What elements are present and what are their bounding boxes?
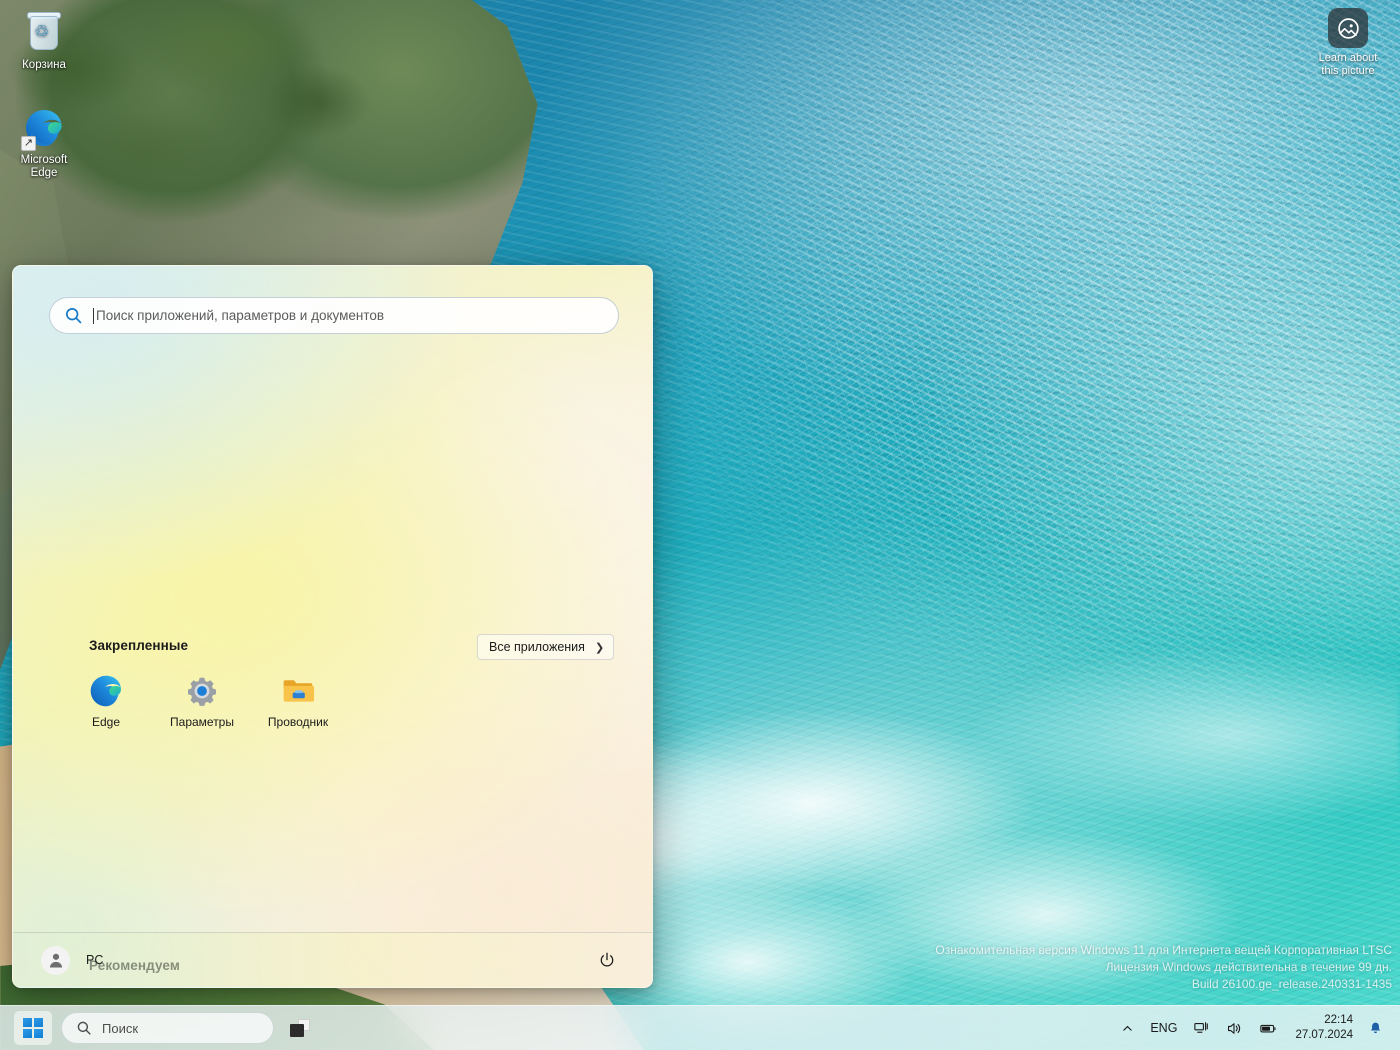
start-search-wrap: Поиск приложений, параметров и документо… (49, 297, 619, 334)
chevron-right-icon: ❯ (594, 641, 605, 654)
language-indicator[interactable]: ENG (1141, 1011, 1186, 1045)
bell-icon (1371, 1022, 1380, 1033)
desktop-icon-recycle-bin[interactable]: ♲ Корзина (2, 10, 86, 72)
search-icon (65, 307, 82, 324)
microsoft-edge-icon (89, 675, 123, 712)
learn-widget-line2: this picture (1321, 65, 1375, 77)
pinned-section-header: Закрепленные (89, 638, 189, 653)
taskbar: Поиск ENG 22:14 27.07.2024 (0, 1005, 1400, 1050)
learn-about-this-picture-widget[interactable]: Learn about this picture (1305, 8, 1391, 78)
settings-gear-icon (185, 677, 219, 712)
recycle-bin-icon: ♲ (21, 10, 67, 56)
start-menu-body: Поиск приложений, параметров и документо… (13, 266, 652, 973)
watermark-line-2: Лицензия Windows действительна в течение… (1105, 960, 1392, 974)
file-explorer-icon (281, 680, 315, 712)
text-cursor (93, 307, 94, 324)
pinned-app-label: Проводник (267, 715, 329, 729)
start-search-placeholder: Поиск приложений, параметров и документо… (96, 308, 385, 323)
notifications-button[interactable] (1361, 1011, 1390, 1045)
task-view-icon (290, 1019, 310, 1037)
start-button[interactable] (14, 1011, 52, 1045)
power-button[interactable] (592, 945, 622, 975)
windows-logo-icon (23, 1018, 43, 1038)
user-name-label: PC (86, 953, 104, 967)
pinned-app-label: Параметры (170, 715, 234, 729)
tray-overflow-button[interactable] (1114, 1011, 1141, 1045)
pinned-app-file-explorer[interactable]: Проводник (265, 674, 331, 731)
network-button[interactable] (1186, 1011, 1217, 1045)
desktop-icon-label-line1: Microsoft (20, 154, 68, 166)
clock-time: 22:14 (1324, 1014, 1353, 1026)
windows-evaluation-watermark: Ознакомительная версия Windows 11 для Ин… (935, 942, 1392, 993)
user-avatar-icon (41, 945, 70, 975)
pinned-apps-grid: Edge Параметры Проводник (73, 674, 331, 731)
volume-icon (1228, 1022, 1241, 1034)
taskbar-left-group: Поиск (0, 1011, 317, 1045)
tray-status-icons (1186, 1011, 1285, 1045)
picture-icon (1328, 8, 1368, 48)
watermark-line-1: Ознакомительная версия Windows 11 для Ин… (935, 943, 1392, 957)
search-icon (77, 1021, 91, 1035)
all-apps-label: Все приложения (489, 640, 585, 654)
system-tray: ENG 22:14 27.07.2024 (1114, 1011, 1400, 1045)
user-account-button[interactable]: PC (41, 945, 104, 975)
desktop-icon-label-line2: Edge (30, 167, 58, 179)
clock-date: 27.07.2024 (1295, 1029, 1353, 1041)
clock[interactable]: 22:14 27.07.2024 (1285, 1013, 1361, 1043)
battery-button[interactable] (1252, 1011, 1285, 1045)
learn-widget-line1: Learn about (1318, 52, 1378, 64)
all-apps-button[interactable]: Все приложения ❯ (477, 634, 615, 660)
pinned-app-label: Edge (91, 715, 121, 729)
taskbar-search-label: Поиск (102, 1020, 139, 1036)
battery-icon (1260, 1024, 1276, 1032)
shortcut-arrow-icon: ↗ (21, 136, 36, 151)
start-menu: Поиск приложений, параметров и документо… (12, 265, 653, 988)
watermark-line-3: Build 26100.ge_release.240331-1435 (1191, 977, 1392, 991)
task-view-button[interactable] (283, 1012, 317, 1044)
start-search-input[interactable]: Поиск приложений, параметров и документо… (49, 297, 619, 334)
chevron-up-icon (1123, 1025, 1133, 1031)
desktop-icon-label: Корзина (22, 59, 66, 71)
start-menu-footer: PC (13, 932, 652, 987)
volume-button[interactable] (1219, 1011, 1250, 1045)
desktop-icon-microsoft-edge[interactable]: ↗ Microsoft Edge (2, 105, 86, 180)
microsoft-edge-icon: ↗ (21, 105, 67, 151)
pinned-app-settings[interactable]: Параметры (169, 674, 235, 731)
pinned-app-edge[interactable]: Edge (73, 674, 139, 731)
network-icon (1194, 1021, 1209, 1033)
taskbar-search-box[interactable]: Поиск (61, 1012, 274, 1044)
